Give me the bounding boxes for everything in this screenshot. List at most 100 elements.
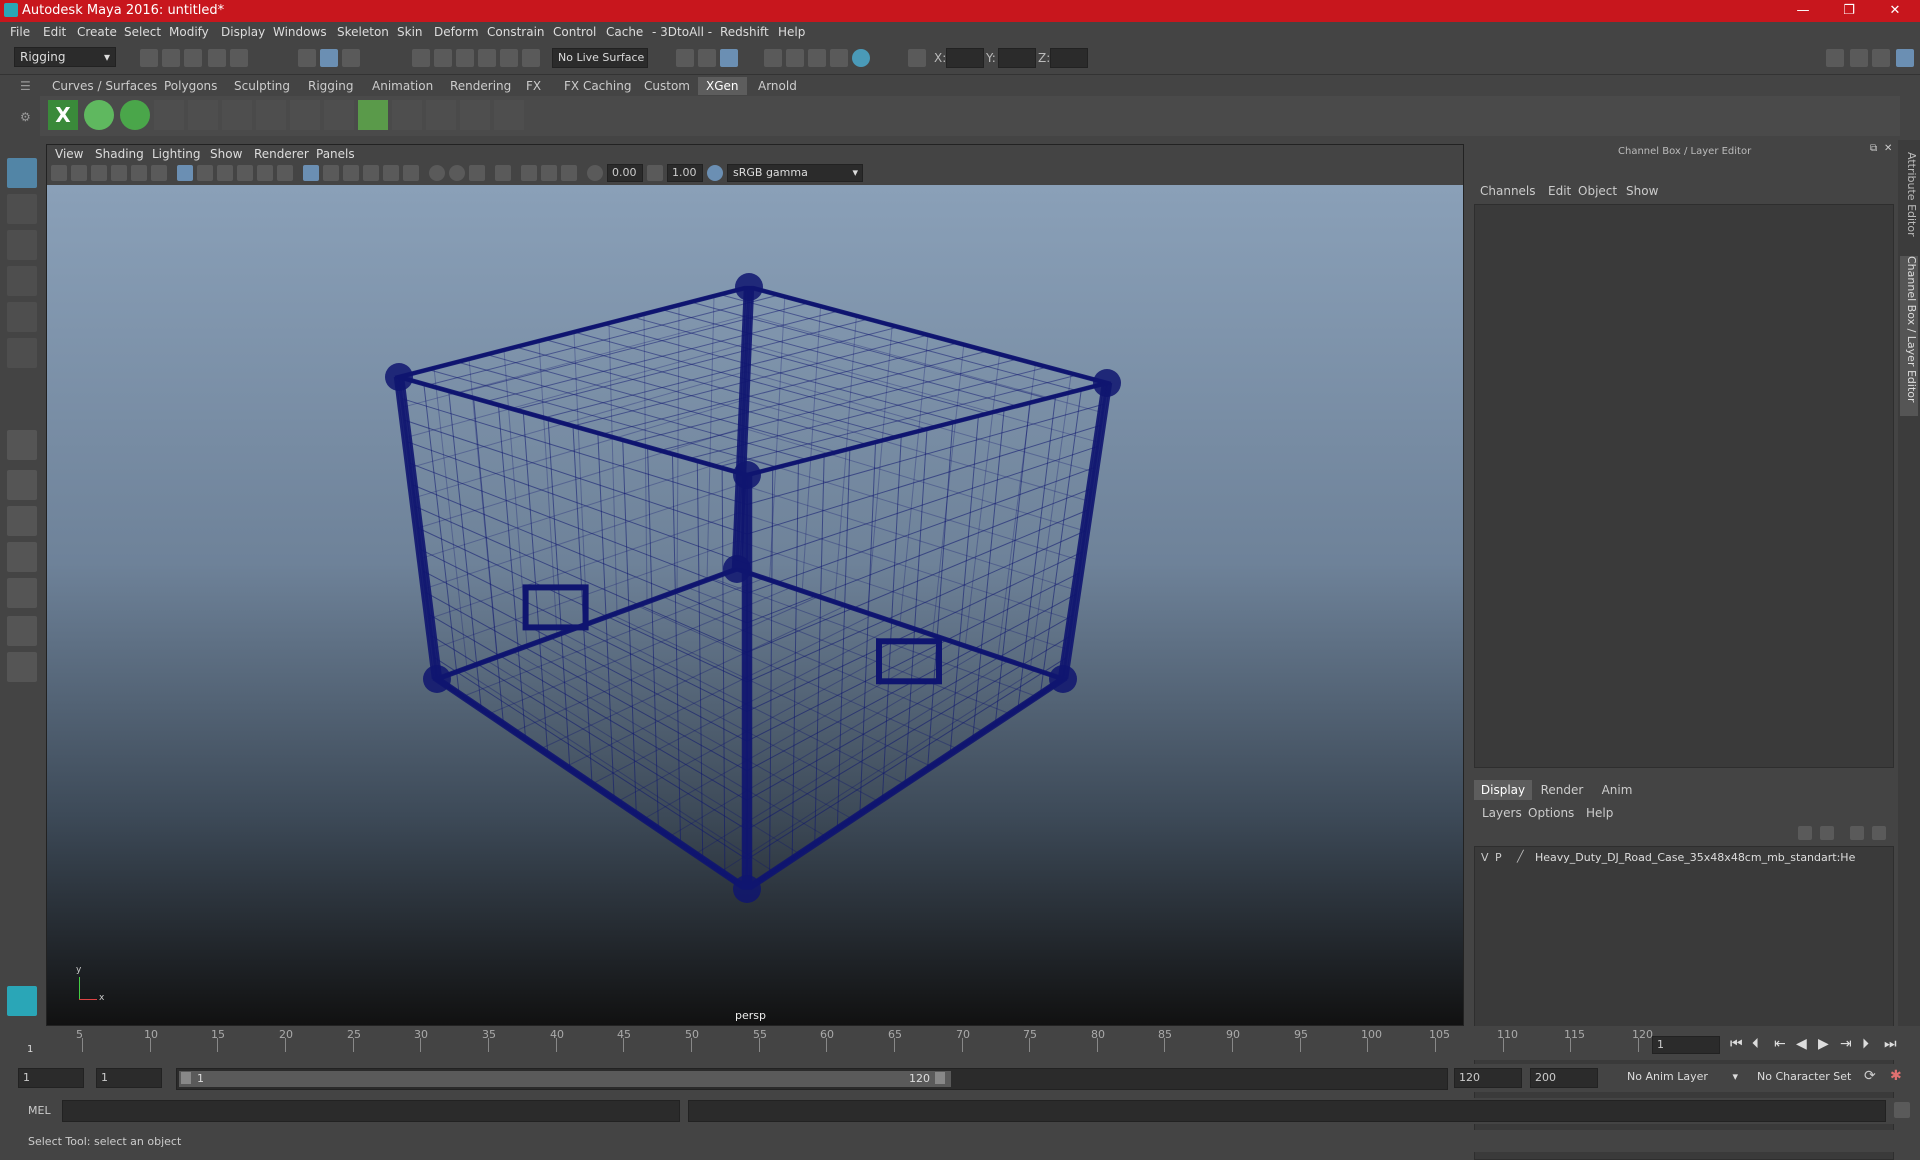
camera-attr-icon[interactable] [71, 165, 87, 181]
channel-box-toggle-icon[interactable] [1896, 49, 1914, 67]
cb-menu-channels[interactable]: Channels [1480, 184, 1536, 198]
script-editor-icon[interactable] [1894, 1102, 1910, 1118]
shelf-tab-arnold[interactable]: Arnold [750, 77, 805, 95]
shelf-tab-fx[interactable]: FX [518, 77, 549, 95]
step-back-frame-icon[interactable]: ⏴ [1752, 1036, 1759, 1052]
snap-live-icon[interactable] [522, 49, 540, 67]
shelf-tab-polygons[interactable]: Polygons [156, 77, 225, 95]
xgen-description-icon[interactable] [120, 100, 150, 130]
live-surface-field[interactable]: No Live Surface [552, 48, 648, 68]
ipr-render-icon[interactable] [808, 49, 826, 67]
xgen-sculpt-icon[interactable] [392, 100, 422, 130]
menu-constrain[interactable]: Constrain [487, 25, 545, 39]
modeling-toolkit-icon[interactable] [1826, 49, 1844, 67]
side-tab-attribute-editor[interactable]: Attribute Editor [1900, 152, 1918, 262]
command-lang-label[interactable]: MEL [28, 1104, 51, 1117]
vp-menu-renderer[interactable]: Renderer [254, 147, 309, 161]
snap-surface-icon[interactable] [500, 49, 518, 67]
go-to-end-icon[interactable]: ⏭ [1884, 1036, 1897, 1052]
xgen-comb-icon[interactable] [188, 100, 218, 130]
shelf-tab-rigging[interactable]: Rigging [300, 77, 361, 95]
shelf-tab-rendering[interactable]: Rendering [442, 77, 519, 95]
menu-edit[interactable]: Edit [43, 25, 66, 39]
image-plane-icon[interactable] [111, 165, 127, 181]
shelf-menu-icon[interactable]: ☰ [20, 79, 31, 93]
layer-menu-help[interactable]: Help [1586, 806, 1613, 820]
xgen-guides-icon[interactable] [426, 100, 456, 130]
shelf-options-icon[interactable]: ⚙ [20, 110, 31, 124]
menu-create[interactable]: Create [77, 25, 117, 39]
move-layer-up-icon[interactable] [1798, 826, 1812, 840]
layer-tab-anim[interactable]: Anim [1592, 780, 1642, 800]
exposure-field[interactable]: 0.00 [607, 164, 643, 182]
menu-help[interactable]: Help [778, 25, 805, 39]
construction-history-icon[interactable] [720, 49, 738, 67]
vp-menu-panels[interactable]: Panels [316, 147, 355, 161]
xray-joints-icon[interactable] [541, 165, 557, 181]
menu-skeleton[interactable]: Skeleton [337, 25, 389, 39]
menu-3dtoall[interactable]: - 3DtoAll - [652, 25, 712, 39]
step-back-key-icon[interactable]: ⇤ [1774, 1036, 1786, 1052]
z-field[interactable] [1050, 48, 1088, 68]
close-button[interactable]: ✕ [1872, 0, 1918, 22]
auto-key-icon[interactable]: ⟳ [1864, 1068, 1876, 1084]
xgen-add-guide-icon[interactable] [222, 100, 252, 130]
scale-tool-icon[interactable] [7, 338, 37, 368]
character-set-dropdown[interactable]: No Character Set [1752, 1068, 1864, 1088]
range-bar[interactable]: 1 120 [176, 1068, 1448, 1090]
step-forward-key-icon[interactable]: ⇥ [1840, 1036, 1852, 1052]
field-chart-icon[interactable] [257, 165, 273, 181]
select-object-icon[interactable] [320, 49, 338, 67]
textured-icon[interactable] [363, 165, 379, 181]
grid-toggle-icon[interactable] [177, 165, 193, 181]
smooth-shade-icon[interactable] [323, 165, 339, 181]
layer-row[interactable]: V P ╱ Heavy_Duty_DJ_Road_Case_35x48x48cm… [1475, 849, 1893, 867]
shelf-tab-animation[interactable]: Animation [364, 77, 441, 95]
vp-menu-show[interactable]: Show [210, 147, 242, 161]
scene-end-field[interactable]: 200 [1530, 1068, 1598, 1088]
menu-windows[interactable]: Windows [273, 25, 327, 39]
menu-skin[interactable]: Skin [397, 25, 423, 39]
render-view-icon[interactable] [764, 49, 782, 67]
layer-tab-render[interactable]: Render [1532, 780, 1592, 800]
go-to-start-icon[interactable]: ⏮ [1730, 1036, 1743, 1052]
x-field[interactable] [946, 48, 984, 68]
move-tool-icon[interactable] [7, 266, 37, 296]
layer-tab-display[interactable]: Display [1474, 780, 1532, 800]
attribute-editor-toggle-icon[interactable] [1850, 49, 1868, 67]
xgen-layers-icon[interactable] [358, 100, 388, 130]
snap-curve-icon[interactable] [434, 49, 452, 67]
select-tool-icon[interactable] [7, 158, 37, 188]
scene-start-field[interactable]: 1 [18, 1068, 84, 1088]
menu-file[interactable]: File [10, 25, 30, 39]
cb-menu-show[interactable]: Show [1626, 184, 1658, 198]
maximize-button[interactable]: ❐ [1826, 0, 1872, 22]
anti-alias-icon[interactable] [469, 165, 485, 181]
close-panel-icon[interactable]: ✕ [1884, 143, 1892, 154]
cb-menu-edit[interactable]: Edit [1548, 184, 1571, 198]
xgen-place-icon[interactable] [154, 100, 184, 130]
vp-menu-view[interactable]: View [55, 147, 83, 161]
side-tab-channel-box[interactable]: Channel Box / Layer Editor [1900, 256, 1918, 416]
menuset-dropdown[interactable]: Rigging ▾ [14, 47, 116, 67]
gate-mask-icon[interactable] [237, 165, 253, 181]
playback-end-field[interactable]: 120 [1454, 1068, 1522, 1088]
shadows-icon[interactable] [403, 165, 419, 181]
preferences-icon[interactable]: ✱ [1890, 1068, 1902, 1084]
move-layer-down-icon[interactable] [1820, 826, 1834, 840]
gamma-field[interactable]: 1.00 [667, 164, 703, 182]
snap-view-icon[interactable] [478, 49, 496, 67]
range-start-grip[interactable] [181, 1072, 191, 1084]
anim-layer-dropdown[interactable]: No Anim Layer ▾ [1622, 1068, 1740, 1088]
xgen-preview-icon[interactable] [84, 100, 114, 130]
hypershade-icon[interactable] [852, 49, 870, 67]
2d-pan-icon[interactable] [131, 165, 147, 181]
menu-cache[interactable]: Cache [606, 25, 643, 39]
step-forward-frame-icon[interactable]: ⏵ [1862, 1036, 1869, 1052]
select-hierarchy-icon[interactable] [298, 49, 316, 67]
range-end-grip[interactable] [935, 1072, 945, 1084]
ambient-occlusion-icon[interactable] [429, 165, 445, 181]
channel-box-area[interactable] [1474, 204, 1894, 768]
play-forward-icon[interactable]: ▶ [1818, 1036, 1829, 1052]
snap-grid-icon[interactable] [412, 49, 430, 67]
